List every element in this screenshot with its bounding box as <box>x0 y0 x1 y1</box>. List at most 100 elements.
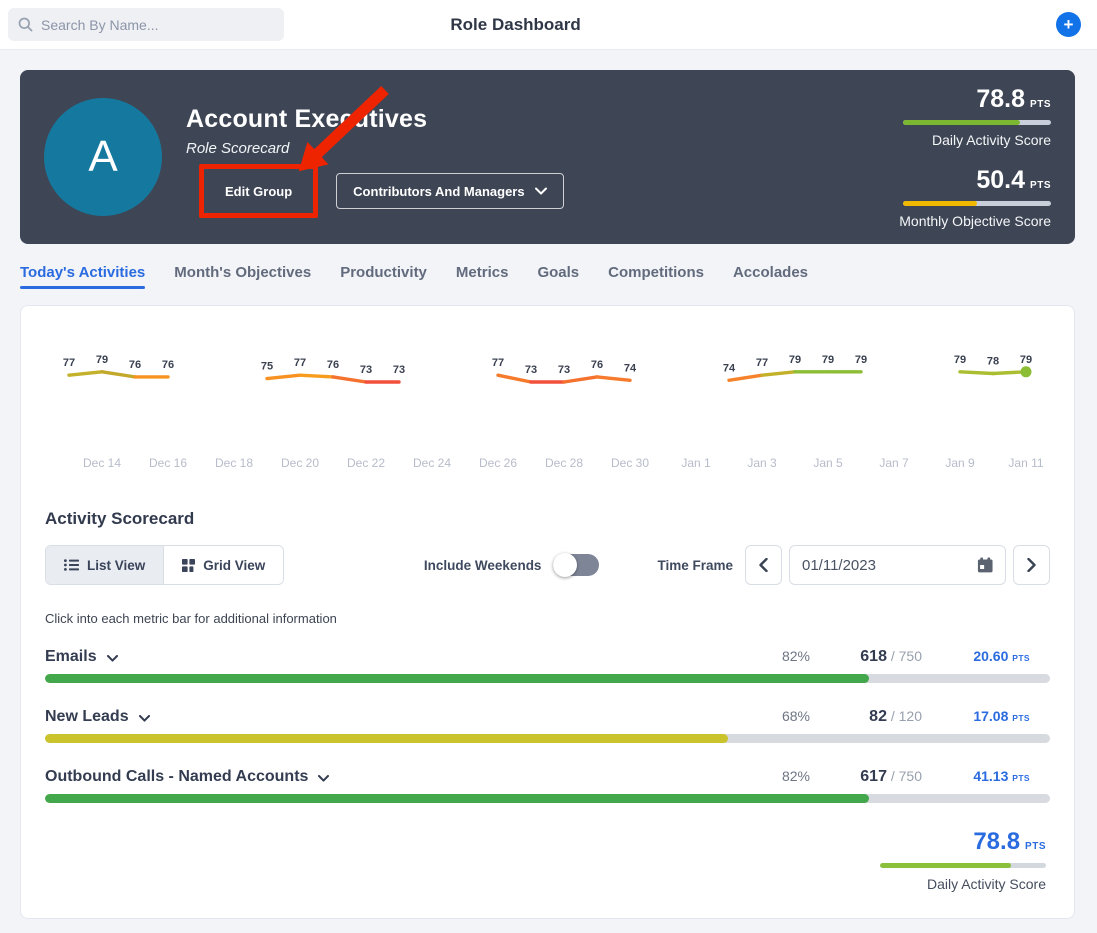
metric-percent: 82% <box>750 648 810 664</box>
point-value-label: 79 <box>954 354 966 366</box>
sparkline-end-dot <box>1021 366 1032 377</box>
role-title: Account Executives <box>186 105 564 134</box>
sparkline-segment <box>762 372 795 375</box>
point-value-label: 79 <box>822 354 834 366</box>
point-value-label: 74 <box>723 362 736 374</box>
tab-metrics[interactable]: Metrics <box>456 256 509 291</box>
summary-score-label: Daily Activity Score <box>927 876 1046 892</box>
contributors-dropdown[interactable]: Contributors And Managers <box>336 173 563 209</box>
x-axis-tick-label: Dec 30 <box>611 456 649 470</box>
date-input[interactable] <box>802 557 977 574</box>
point-value-label: 79 <box>1020 354 1032 366</box>
chevron-down-icon[interactable] <box>139 715 150 722</box>
metric-name-label: Emails <box>45 648 97 666</box>
chevron-down-icon[interactable] <box>318 775 329 782</box>
summary-score-bar <box>880 863 1046 868</box>
sparkline-segment <box>102 372 135 377</box>
role-subtitle: Role Scorecard <box>186 140 564 157</box>
metric-name-label: New Leads <box>45 708 129 726</box>
include-weekends-label: Include Weekends <box>424 558 542 573</box>
point-value-label: 73 <box>360 364 372 376</box>
tab-accolades[interactable]: Accolades <box>733 256 808 291</box>
metric-target: / 750 <box>891 768 922 784</box>
x-axis-tick-label: Jan 1 <box>681 456 711 470</box>
metric-points-unit: PTS <box>1012 713 1030 723</box>
tab-competitions[interactable]: Competitions <box>608 256 704 291</box>
topbar: Role Dashboard + <box>0 0 1097 50</box>
metric-value: 618 <box>860 648 887 665</box>
x-axis-tick-label: Jan 5 <box>813 456 843 470</box>
x-axis-tick-label: Jan 7 <box>879 456 909 470</box>
metric-row: Outbound Calls - Named Accounts 82% 617 / … <box>45 768 1050 803</box>
view-switcher: List View Grid View <box>45 545 284 585</box>
sparkline-segment <box>69 372 102 375</box>
metric-points: 17.08 <box>973 708 1008 724</box>
metric-name[interactable]: Outbound Calls - Named Accounts <box>45 768 329 786</box>
x-axis-tick-label: Dec 22 <box>347 456 385 470</box>
role-header-card: A Account Executives Role Scorecard Edit… <box>20 70 1075 244</box>
metric-value: 82 <box>869 708 887 725</box>
x-axis-tick-label: Dec 28 <box>545 456 583 470</box>
metric-progress-fill <box>45 734 728 743</box>
chevron-right-icon <box>1027 558 1036 572</box>
include-weekends-toggle[interactable] <box>553 554 599 576</box>
metric-name[interactable]: Emails <box>45 648 118 666</box>
metric-percent: 82% <box>750 768 810 784</box>
list-view-label: List View <box>87 558 145 573</box>
sparkline-segment <box>729 375 762 380</box>
tab-goals[interactable]: Goals <box>537 256 579 291</box>
x-axis-tick-label: Jan 11 <box>1008 456 1043 470</box>
x-axis-tick-label: Jan 3 <box>747 456 777 470</box>
metric-row: Emails82%618 / 75020.60 PTS <box>45 648 1050 683</box>
metric-progress-bar[interactable] <box>45 674 1050 683</box>
search-box[interactable] <box>8 8 284 41</box>
edit-group-button[interactable]: Edit Group <box>211 173 306 209</box>
metric-points: 41.13 <box>973 768 1008 784</box>
x-axis-tick-label: Dec 14 <box>83 456 121 470</box>
scorecard-title: Activity Scorecard <box>45 509 1050 529</box>
date-field[interactable] <box>789 545 1006 585</box>
sparkline-segment <box>300 375 333 377</box>
metric-progress-bar[interactable] <box>45 734 1050 743</box>
score-value: 50.4 <box>976 166 1025 195</box>
point-value-label: 74 <box>624 362 637 374</box>
tab-month-s-objectives[interactable]: Month's Objectives <box>174 256 311 291</box>
chevron-down-icon[interactable] <box>107 655 118 662</box>
point-value-label: 73 <box>558 364 570 376</box>
score-bar <box>903 120 1051 125</box>
point-value-label: 76 <box>327 359 339 371</box>
metric-progress-bar[interactable] <box>45 794 1050 803</box>
time-frame-label: Time Frame <box>657 558 733 573</box>
calendar-icon[interactable] <box>977 556 993 574</box>
score-value: 78.8 <box>976 85 1025 114</box>
x-axis-tick-label: Jan 9 <box>945 456 975 470</box>
next-date-button[interactable] <box>1013 545 1050 585</box>
summary-score-bar-fill <box>880 863 1011 868</box>
activity-card: 7779767675777673737773737674747779797979… <box>20 305 1075 919</box>
list-view-button[interactable]: List View <box>46 546 163 584</box>
point-value-label: 76 <box>129 359 141 371</box>
list-icon <box>64 559 79 571</box>
metric-hint-text: Click into each metric bar for additiona… <box>45 611 1050 626</box>
x-axis-tick-label: Dec 18 <box>215 456 253 470</box>
metric-progress-fill <box>45 794 869 803</box>
prev-date-button[interactable] <box>745 545 782 585</box>
score-bar <box>903 201 1051 206</box>
grid-view-button[interactable]: Grid View <box>163 546 283 584</box>
add-button[interactable]: + <box>1056 12 1081 37</box>
x-axis-tick-label: Dec 16 <box>149 456 187 470</box>
x-axis-tick-label: Dec 24 <box>413 456 451 470</box>
summary-score-unit: PTS <box>1025 841 1046 852</box>
avatar: A <box>44 98 162 216</box>
metric-value: 617 <box>860 768 887 785</box>
metric-row: New Leads68%82 / 12017.08 PTS <box>45 708 1050 743</box>
search-icon <box>18 17 33 32</box>
metric-name[interactable]: New Leads <box>45 708 150 726</box>
chevron-down-icon <box>535 187 547 195</box>
grid-icon <box>182 559 195 572</box>
tab-productivity[interactable]: Productivity <box>340 256 427 291</box>
search-input[interactable] <box>41 17 274 33</box>
point-value-label: 77 <box>492 357 504 369</box>
tab-today-s-activities[interactable]: Today's Activities <box>20 256 145 291</box>
point-value-label: 79 <box>96 354 108 366</box>
